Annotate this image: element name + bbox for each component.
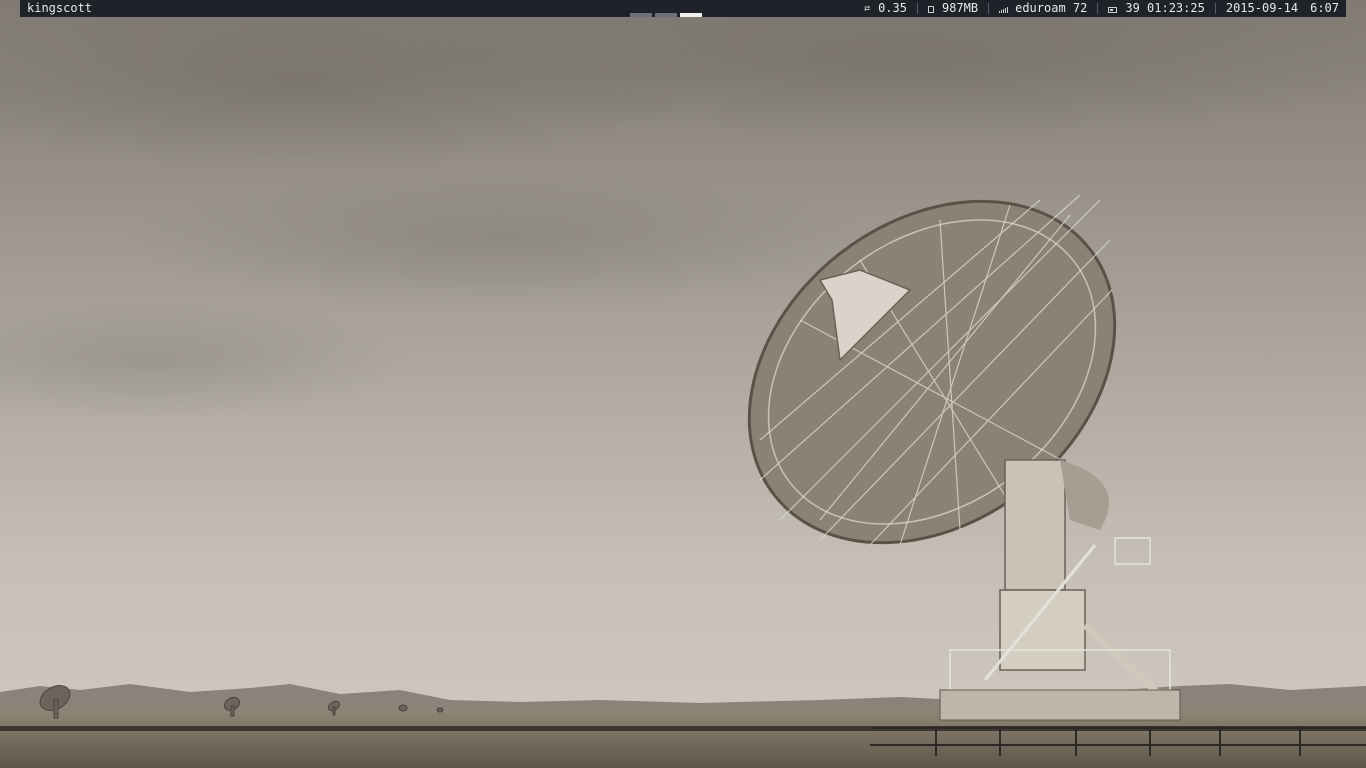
workspace-3-indicator[interactable]	[680, 13, 702, 17]
clock-label: 6:07	[1310, 1, 1339, 15]
status-divider	[1097, 3, 1099, 14]
status-area: ⇄ 0.35 987MB eduroam 72 39 01:23:25 2015…	[864, 0, 1339, 17]
load-icon: ⇄	[864, 3, 871, 14]
desktop: kingscott ⇄ 0.35 987MB eduroam 72 39 01:…	[0, 0, 1366, 768]
date-label: 2015-09-14	[1225, 1, 1299, 15]
wifi-icon	[999, 5, 1009, 13]
battery-status: 39 01:23:25	[1108, 0, 1205, 17]
wifi-status: eduroam 72	[999, 0, 1087, 17]
memory-icon	[927, 6, 934, 13]
workspace-indicator	[630, 13, 702, 17]
battery-value: 39 01:23:25	[1125, 1, 1205, 15]
workspace-1-indicator[interactable]	[630, 13, 652, 17]
status-divider	[1214, 3, 1216, 14]
load-value: 0.35	[878, 1, 907, 15]
hostname-label: kingscott	[27, 1, 93, 15]
wifi-value: eduroam 72	[1015, 1, 1088, 15]
battery-icon	[1108, 6, 1118, 13]
memory-value: 987MB	[941, 1, 979, 15]
top-status-bar: kingscott ⇄ 0.35 987MB eduroam 72 39 01:…	[20, 0, 1346, 17]
status-divider	[916, 3, 918, 14]
workspace-2-indicator[interactable]	[655, 13, 677, 17]
memory-status: 987MB	[927, 0, 979, 17]
load-status: ⇄ 0.35	[864, 0, 907, 17]
status-divider	[988, 3, 990, 14]
wallpaper-radio-telescope	[0, 0, 1366, 768]
